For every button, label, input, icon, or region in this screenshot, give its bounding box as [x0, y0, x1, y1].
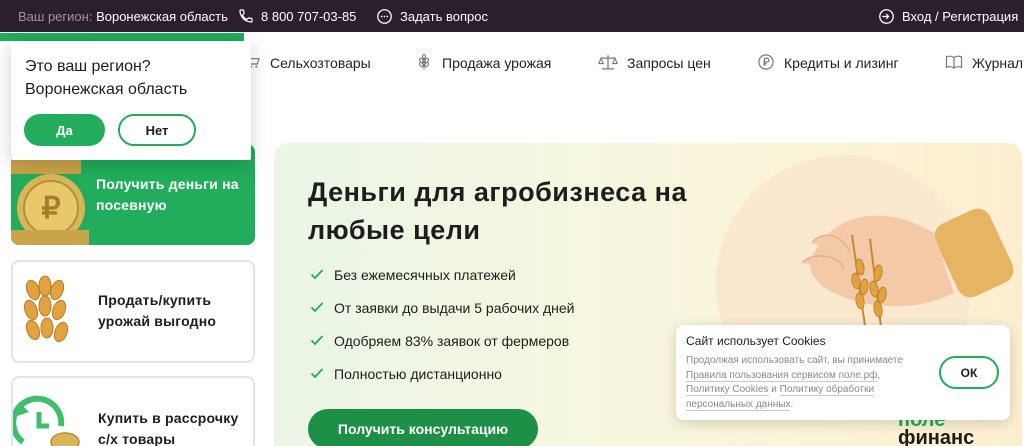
wheat-ears-icon: [13, 270, 83, 361]
ruble-icon: [757, 53, 775, 74]
cookie-sep: ,: [877, 369, 881, 381]
benefit-item: Полностью дистанционно: [310, 366, 575, 399]
wheat-icon: [415, 53, 433, 74]
benefit-text: Одобряем 83% заявок от фермеров: [334, 333, 570, 349]
hero-title: Деньги для агробизнеса на любые цели: [308, 173, 687, 249]
nav-label: Продажа урожая: [442, 55, 552, 71]
scales-icon: [597, 53, 619, 74]
top-bar: Ваш регион: Воронежская область 8 800 70…: [0, 0, 1024, 32]
nav-label: Сельхозтовары: [270, 55, 371, 71]
card-label-line1: Продать/купить: [98, 292, 212, 308]
region-yes-button[interactable]: Да: [24, 114, 105, 146]
book-icon: [945, 54, 963, 73]
card-label-line2: с/х товары: [98, 431, 176, 446]
card-label-line2: урожай выгодно: [98, 313, 217, 329]
benefit-text: От заявки до выдачи 5 рабочих дней: [334, 300, 575, 316]
card-installment-goods[interactable]: Купить в рассрочку с/х товары: [11, 376, 255, 446]
region-confirm-popup: Это ваш регион? Воронежская область Да Н…: [11, 41, 251, 160]
brand-line2: финанс: [898, 427, 975, 446]
card-label: Купить в рассрочку с/х товары: [98, 408, 238, 446]
check-icon: [310, 300, 324, 317]
hero-title-line2: любые цели: [308, 215, 481, 245]
get-consultation-button[interactable]: Получить консультацию: [308, 409, 538, 446]
region-value[interactable]: Воронежская область: [96, 9, 228, 24]
region-question-title: Это ваш регион?: [25, 58, 151, 75]
card-label: Продать/купить урожай выгодно: [98, 290, 216, 332]
region-question-name: Воронежская область: [25, 81, 188, 98]
region-label: Ваш регион:: [18, 9, 93, 24]
card-label-line1: Купить в рассрочку: [98, 410, 239, 426]
nav-label: Кредиты и лизинг: [784, 55, 899, 71]
cookie-banner: Сайт использует Cookies Продолжая исполь…: [676, 325, 1010, 420]
ask-question-link[interactable]: Задать вопрос: [376, 4, 488, 28]
nav-label: Журнал: [972, 55, 1024, 71]
cookie-text-prefix: Продолжая использовать сайт, вы принимае…: [686, 355, 903, 366]
card-label: Получить деньги на посевную: [96, 174, 239, 216]
login-label: Вход / Регистрация: [902, 8, 1019, 24]
svg-text:₽: ₽: [41, 192, 60, 225]
nav-item-harvest-sale[interactable]: Продажа урожая: [415, 51, 551, 75]
check-icon: [310, 267, 324, 284]
terms-link[interactable]: Правила пользования сервисом поле.рф: [686, 369, 878, 382]
nav-item-credit-leasing[interactable]: Кредиты и лизинг: [757, 51, 899, 75]
login-icon: [878, 8, 895, 25]
region-selector[interactable]: Ваш регион: Воронежская область: [18, 9, 228, 24]
ask-question-label: Задать вопрос: [400, 8, 488, 24]
benefit-item: Без ежемесячных платежей: [310, 267, 575, 300]
cookie-text: Продолжая использовать сайт, вы принимае…: [686, 354, 916, 412]
benefit-item: Одобряем 83% заявок от фермеров: [310, 333, 575, 366]
card-label-line2: посевную: [96, 197, 167, 213]
benefit-text: Полностью дистанционно: [334, 366, 502, 382]
phone-icon: [238, 8, 254, 24]
region-no-button[interactable]: Нет: [118, 114, 196, 146]
cookie-sep: и: [768, 384, 780, 396]
phone-link[interactable]: 8 800 707-03-85: [238, 4, 356, 28]
card-label-line1: Получить деньги на: [96, 176, 239, 192]
phone-number: 8 800 707-03-85: [261, 8, 357, 24]
cookie-title: Сайт использует Cookies: [686, 334, 826, 348]
login-link[interactable]: Вход / Регистрация: [878, 4, 1018, 28]
region-question: Это ваш регион? Воронежская область: [25, 55, 187, 101]
card-harvest-trade[interactable]: Продать/купить урожай выгодно: [11, 260, 255, 363]
benefits-list: Без ежемесячных платежей От заявки до вы…: [310, 267, 575, 399]
nav-item-agro-goods[interactable]: Сельхозтовары: [245, 51, 371, 75]
check-icon: [310, 333, 324, 350]
nav-label: Запросы цен: [627, 55, 711, 71]
check-icon: [310, 366, 324, 383]
hero-title-line1: Деньги для агробизнеса на: [308, 177, 687, 207]
benefit-item: От заявки до выдачи 5 рабочих дней: [310, 300, 575, 333]
installment-icon: [13, 392, 83, 446]
nav-item-price-requests[interactable]: Запросы цен: [597, 51, 711, 75]
benefit-text: Без ежемесячных платежей: [334, 267, 516, 283]
cookie-policy-link[interactable]: Политику Cookies: [686, 384, 769, 397]
cookie-suffix: .: [790, 398, 794, 410]
cookie-ok-button[interactable]: ОК: [939, 356, 999, 389]
nav-item-journal[interactable]: Журнал: [945, 51, 1023, 75]
chat-icon: [376, 8, 393, 25]
